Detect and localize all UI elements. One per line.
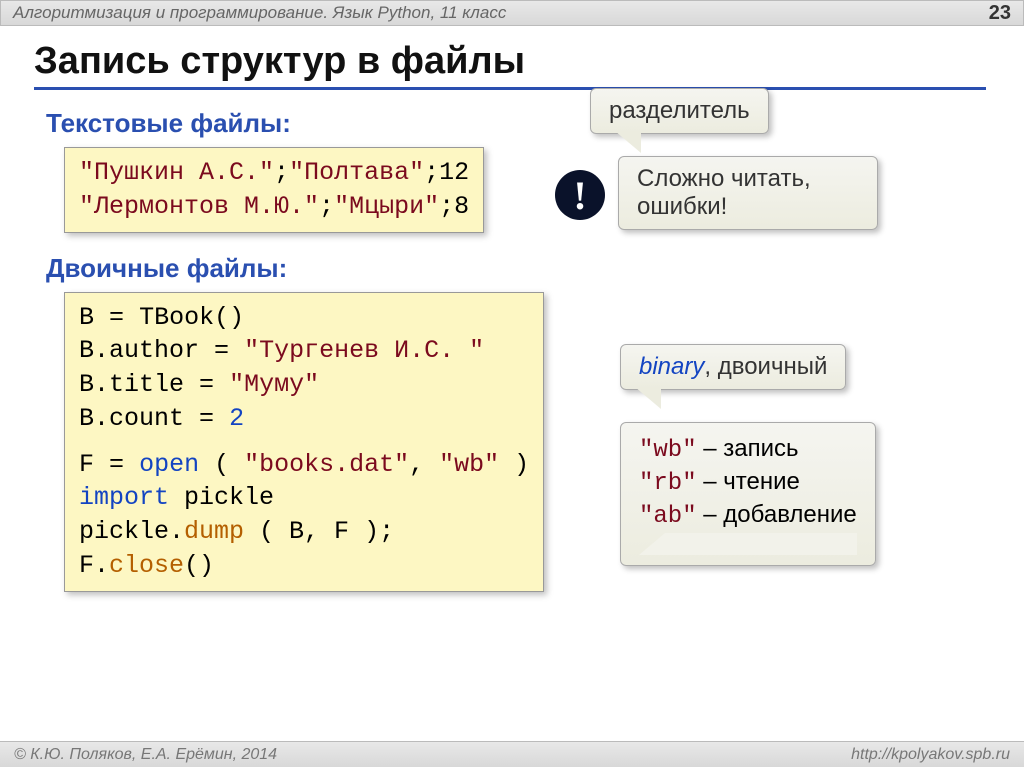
binary-word-ru: , двоичный	[704, 353, 827, 380]
file-mode-row: "rb" – чтение	[639, 466, 857, 499]
warning-badge: !	[555, 170, 605, 220]
code-line: B.count = 2	[79, 402, 529, 436]
text-file-line: "Пушкин А.С.";"Полтава";12	[79, 156, 469, 190]
file-mode-row: "wb" – запись	[639, 433, 857, 466]
callout-tail-icon	[615, 131, 641, 153]
warning-callout: Сложно читать, ошибки!	[618, 156, 878, 230]
code-line: B = TBook()	[79, 301, 529, 335]
binary-word-en: binary	[639, 353, 704, 380]
code-line: B.title = "Муму"	[79, 368, 529, 402]
code-line: F = open ( "books.dat", "wb" )	[79, 448, 529, 482]
callout-tail-icon	[639, 533, 857, 555]
text-files-heading: Текстовые файлы:	[46, 108, 990, 139]
slide-title: Запись структур в файлы	[34, 40, 986, 90]
file-mode-row: "ab" – добавление	[639, 499, 857, 532]
text-files-codebox: "Пушкин А.С.";"Полтава";12 "Лермонтов М.…	[64, 147, 484, 233]
text-file-line: "Лермонтов М.Ю.";"Мцыри";8	[79, 190, 469, 224]
header-bar: Алгоритмизация и программирование. Язык …	[0, 0, 1024, 26]
code-line: F.close()	[79, 549, 529, 583]
copyright: © К.Ю. Поляков, Е.А. Ерёмин, 2014	[14, 746, 277, 764]
exclamation-icon: !	[573, 172, 586, 219]
code-line: pickle.dump ( B, F );	[79, 515, 529, 549]
separator-callout: разделитель	[590, 88, 769, 134]
page-number: 23	[989, 2, 1011, 25]
binary-files-codebox: B = TBook() B.author = "Тургенев И.С. " …	[64, 292, 544, 592]
file-modes-box: "wb" – запись "rb" – чтение "ab" – добав…	[620, 422, 876, 566]
binary-callout: binary, двоичный	[620, 344, 846, 390]
code-line: B.author = "Тургенев И.С. "	[79, 334, 529, 368]
binary-files-heading: Двоичные файлы:	[46, 253, 990, 284]
footer-bar: © К.Ю. Поляков, Е.А. Ерёмин, 2014 http:/…	[0, 741, 1024, 767]
separator-label: разделитель	[609, 97, 750, 124]
course-title: Алгоритмизация и программирование. Язык …	[13, 3, 506, 23]
callout-tail-icon	[635, 387, 661, 409]
code-line: import pickle	[79, 481, 529, 515]
footer-url: http://kpolyakov.spb.ru	[851, 746, 1010, 764]
warning-text: Сложно читать, ошибки!	[637, 165, 811, 220]
